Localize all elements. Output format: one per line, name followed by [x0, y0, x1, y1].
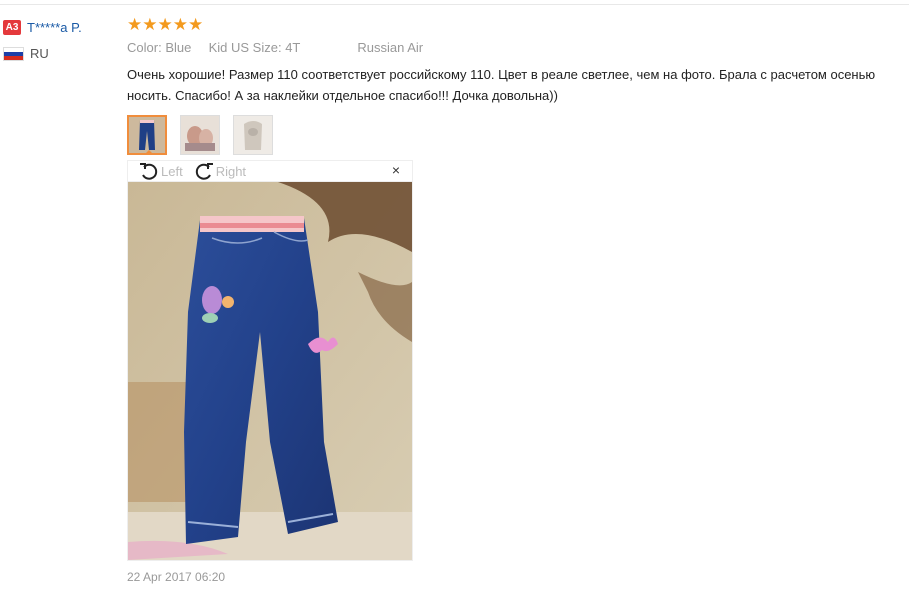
star-rating: ★ ★ ★ ★ ★ [127, 16, 907, 34]
shipping-method: Russian Air [357, 40, 424, 55]
star-icon: ★ [142, 15, 158, 34]
review-photo [127, 181, 413, 561]
country-row: RU [3, 46, 118, 61]
star-icon: ★ [157, 15, 173, 34]
photo-thumbnail-2[interactable] [180, 115, 220, 155]
review-body: ★ ★ ★ ★ ★ Color: Blue Kid US Size: 4T Ru… [127, 16, 907, 157]
star-icon: ★ [172, 15, 188, 34]
viewer-toolbar: Left Right × [127, 160, 413, 181]
order-attributes: Color: Blue Kid US Size: 4T Russian Air [127, 40, 907, 58]
color-label: Color: [127, 40, 162, 55]
russia-flag-icon [3, 46, 24, 61]
star-icon: ★ [127, 15, 143, 34]
reviewer-name[interactable]: T*****a P. [27, 20, 82, 35]
rotate-left-button[interactable]: Left [138, 161, 183, 181]
review-date: 22 Apr 2017 06:20 [127, 570, 226, 584]
star-icon: ★ [188, 15, 204, 34]
color-value: Blue [165, 40, 192, 55]
photo-thumbnail-3[interactable] [233, 115, 273, 155]
photo-thumbnail-1[interactable] [127, 115, 167, 155]
rotate-right-icon [195, 163, 213, 180]
photo-viewer: Left Right × [127, 160, 413, 561]
reviewer-info: A3 T*****a P. RU [3, 18, 118, 61]
rotate-left-label: Left [161, 163, 183, 179]
photo-thumbnails [127, 115, 907, 157]
close-viewer-button[interactable]: × [392, 162, 400, 178]
top-divider [0, 4, 909, 5]
level-badge: A3 [3, 19, 21, 35]
size-label: Kid US Size: [208, 40, 282, 55]
rotate-left-icon [140, 163, 158, 180]
reviewer-row: A3 T*****a P. [3, 18, 118, 36]
rotate-right-label: Right [215, 163, 247, 179]
country-code: RU [30, 46, 49, 61]
rotate-right-button[interactable]: Right [193, 161, 246, 181]
size-value: 4T [285, 40, 301, 55]
review-text: Очень хорошие! Размер 110 соответствует … [127, 67, 876, 103]
